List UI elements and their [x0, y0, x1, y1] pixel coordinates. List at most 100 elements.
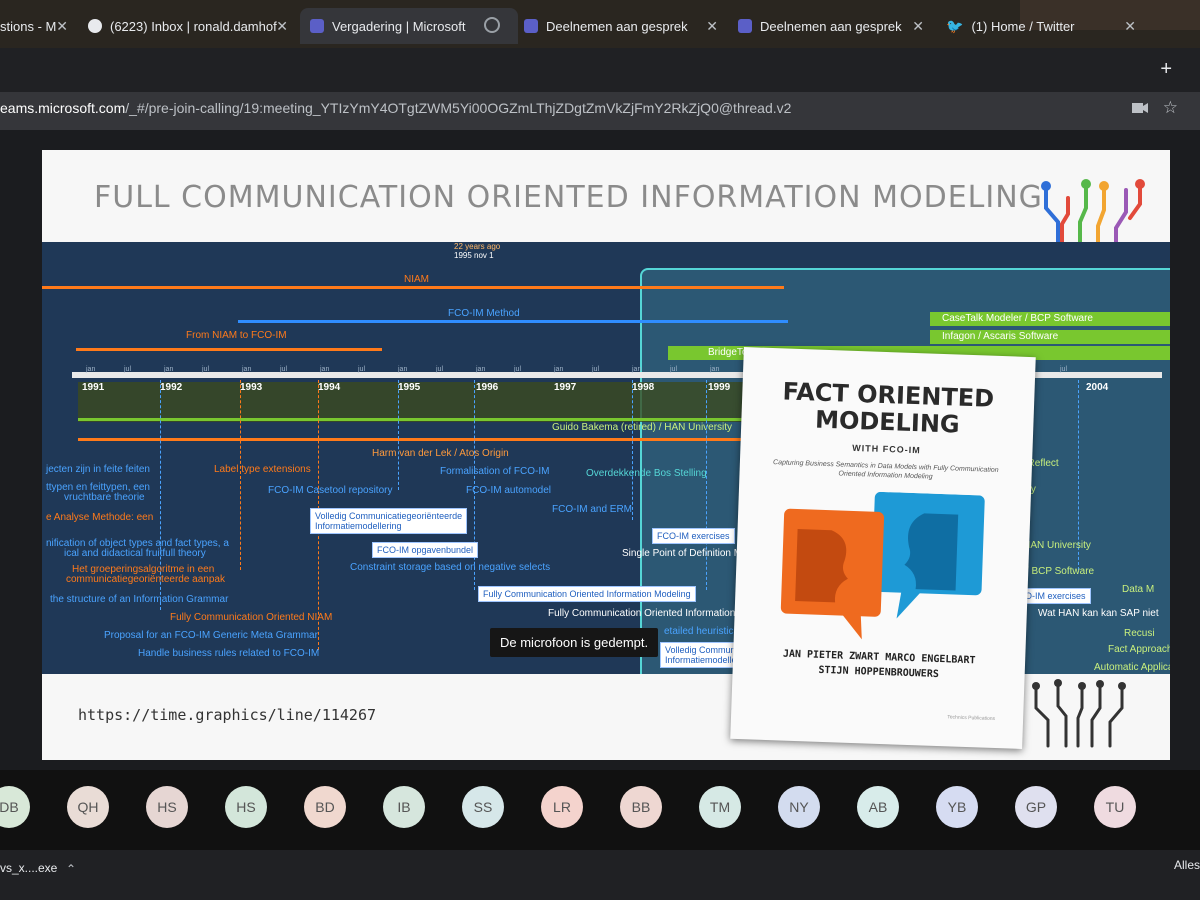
month-tick-label: jan — [554, 366, 564, 373]
browser-tab-bar — [0, 48, 1200, 92]
address-path: /_#/pre-join-calling/19:meeting_YTIzYmY4… — [125, 100, 792, 116]
fcoim-method-span[interactable] — [238, 320, 788, 323]
participant-avatar[interactable]: HS — [146, 786, 188, 828]
participant-avatar[interactable]: GP — [1015, 786, 1057, 828]
event-label[interactable]: vruchtbare theorie — [64, 492, 145, 503]
event-label[interactable]: FCO-IM automodel — [466, 485, 551, 496]
guido-span[interactable] — [78, 418, 768, 421]
participant-avatar[interactable]: BB — [620, 786, 662, 828]
boxed-event[interactable]: Volledig Communicatiegeoriënteerde Infor… — [310, 508, 468, 534]
event-label[interactable]: Fact Approach o — [1108, 644, 1170, 655]
new-tab-button[interactable]: + — [1160, 58, 1172, 81]
bookmark-star-icon[interactable]: ☆ — [1163, 98, 1178, 118]
teams-icon — [738, 19, 752, 33]
close-icon[interactable]: ✕ — [912, 18, 924, 35]
event-label[interactable]: Label type extensions — [214, 464, 311, 475]
tab-questions[interactable]: stions - M ✕ — [0, 8, 78, 44]
participant-avatar[interactable]: QH — [67, 786, 109, 828]
mail-icon — [88, 19, 102, 33]
close-icon[interactable]: ✕ — [1124, 18, 1136, 35]
close-icon[interactable]: ✕ — [56, 18, 68, 35]
participant-avatar[interactable]: BD — [304, 786, 346, 828]
tab-label: stions - M — [0, 18, 57, 34]
infagon-span[interactable]: Infagon / Ascaris Software — [930, 330, 1170, 344]
month-tick-label: jan — [320, 366, 330, 373]
year-label: 1997 — [554, 382, 577, 393]
slide-footer-url[interactable]: https://time.graphics/line/114267 — [78, 706, 376, 724]
harm-span[interactable] — [78, 438, 768, 441]
participant-avatar[interactable]: SS — [462, 786, 504, 828]
event-label[interactable]: jecten zijn in feite feiten — [46, 464, 150, 475]
event-label[interactable]: Constraint storage based on negative sel… — [350, 562, 550, 573]
boxed-event[interactable]: FCO-IM exercises — [652, 528, 735, 544]
event-label[interactable]: Overdekkende Bos Stelling — [586, 468, 707, 479]
event-label[interactable]: FCO-IM and ERM — [552, 504, 632, 515]
casetalk-span[interactable]: CaseTalk Modeler / BCP Software — [930, 312, 1170, 326]
month-tick-label: jan — [164, 366, 174, 373]
twitter-icon: 🐦 — [946, 17, 964, 34]
tab-label: Vergadering | Microsoft — [332, 18, 466, 34]
event-label[interactable]: communicatiegeoriënteerde aanpak — [66, 574, 225, 585]
event-label[interactable]: Wat HAN kan kan SAP niet — [1038, 608, 1159, 619]
event-label[interactable]: e Analyse Methode: een — [46, 512, 153, 523]
niam-span[interactable] — [42, 286, 784, 289]
tab-label: Deelnemen aan gesprek — [760, 18, 902, 34]
month-tick-label: jan — [242, 366, 252, 373]
address-url[interactable]: eams.microsoft.com/_#/pre-join-calling/1… — [0, 100, 791, 116]
year-label: 1996 — [476, 382, 499, 393]
tab-twitter[interactable]: 🐦 (1) Home / Twitter ✕ — [946, 8, 1142, 44]
participant-avatar[interactable]: TM — [699, 786, 741, 828]
boxed-event[interactable]: Fully Communication Oriented Information… — [478, 586, 696, 602]
event-label[interactable]: the structure of an Information Grammar — [50, 594, 228, 605]
niam-to-fcoim-label: From NIAM to FCO-IM — [186, 330, 287, 341]
participant-avatar[interactable]: TU — [1094, 786, 1136, 828]
month-tick-label: jul — [124, 366, 132, 373]
participant-avatar[interactable]: AB — [857, 786, 899, 828]
boxed-event[interactable]: FCO-IM opgavenbundel — [372, 542, 479, 558]
chevron-up-icon[interactable]: ⌃ — [66, 862, 76, 876]
camera-blocked-icon[interactable] — [1132, 102, 1148, 114]
participant-avatar[interactable]: IB — [383, 786, 425, 828]
book-title: FACT ORIENTED MODELING — [741, 377, 1035, 441]
month-tick-label: jul — [592, 366, 600, 373]
participant-avatar[interactable]: LR — [541, 786, 583, 828]
audio-indicator-icon — [484, 17, 500, 33]
book-publisher: Technics Publications — [947, 714, 996, 723]
month-tick-label: jan — [710, 366, 720, 373]
address-host: eams.microsoft.com — [0, 100, 126, 116]
circuit-footer-icon — [1032, 679, 1126, 748]
participant-avatar[interactable]: NY — [778, 786, 820, 828]
close-icon[interactable]: ✕ — [276, 18, 288, 35]
event-label[interactable]: Fully Communication Oriented NIAM — [170, 612, 332, 623]
month-tick-label: jan — [632, 366, 642, 373]
event-label[interactable]: Proposal for an FCO-IM Generic Meta Gram… — [104, 630, 318, 641]
boxed-event-line: Informatiemodellering — [315, 521, 402, 531]
tab-inbox[interactable]: (6223) Inbox | ronald.damhof ✕ — [88, 8, 294, 44]
month-tick-label: jan — [476, 366, 486, 373]
event-label[interactable]: Handle business rules related to FCO-IM — [138, 648, 319, 659]
event-label[interactable]: ical and didactical fruitfull theory — [64, 548, 206, 559]
tab-vergadering[interactable]: Vergadering | Microsoft — [300, 8, 518, 44]
event-label[interactable]: Automatic Applicat — [1094, 662, 1170, 673]
niam-to-fcoim-span[interactable] — [76, 348, 382, 351]
mic-muted-toast: De microfoon is gedempt. — [490, 628, 659, 657]
event-label[interactable]: FCO-IM Casetool repository — [268, 485, 392, 496]
fcoim-method-label: FCO-IM Method — [448, 308, 520, 319]
event-stem — [398, 380, 399, 490]
year-label: 1995 — [398, 382, 421, 393]
year-label: 1991 — [82, 382, 105, 393]
event-label[interactable]: Data M — [1122, 584, 1154, 595]
now-marker-label: 22 years ago — [454, 242, 501, 251]
tab-deelnemen-1[interactable]: Deelnemen aan gesprek ✕ — [524, 8, 724, 44]
book-authors: JAN PIETER ZWART MARCO ENGELBART STIJN H… — [732, 645, 1025, 685]
download-file-name[interactable]: vs_x....exe — [0, 861, 57, 875]
teams-icon — [310, 19, 324, 33]
participant-avatar[interactable]: YB — [936, 786, 978, 828]
event-label[interactable]: Recusi — [1124, 628, 1155, 639]
close-icon[interactable]: ✕ — [706, 18, 718, 35]
event-label[interactable]: Formalisation of FCO-IM — [440, 466, 549, 477]
tab-deelnemen-2[interactable]: Deelnemen aan gesprek ✕ — [738, 8, 930, 44]
event-label[interactable]: Fully Communication Oriented Information… — [548, 608, 752, 619]
participant-avatar[interactable]: HS — [225, 786, 267, 828]
show-all-link[interactable]: Alles — [1174, 858, 1200, 872]
